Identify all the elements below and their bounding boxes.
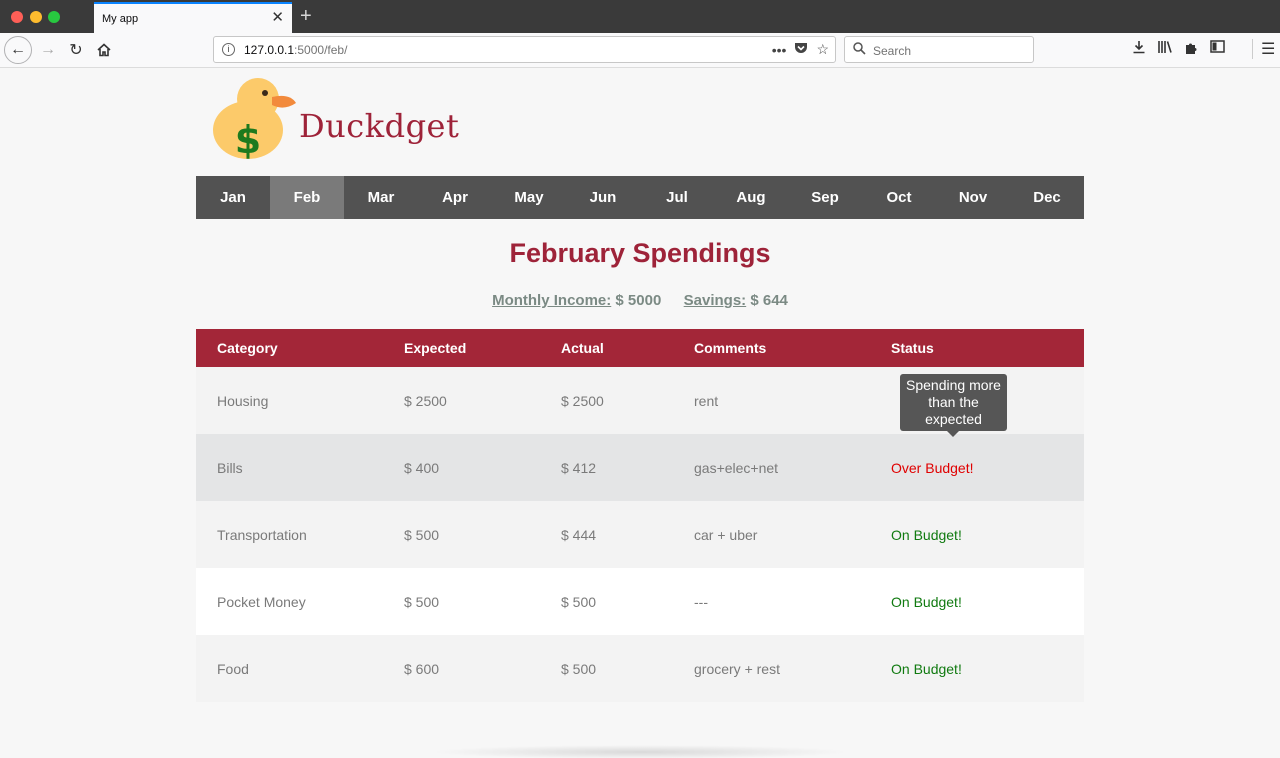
table-row: Transportation $ 500 $ 444 car + uber On Bud…: [196, 501, 1084, 568]
svg-text:$: $: [235, 118, 261, 162]
info-icon[interactable]: i: [222, 43, 235, 56]
month-tab-jun[interactable]: Jun: [566, 176, 640, 219]
expected-cell: $ 500: [404, 593, 440, 610]
search-icon: [853, 42, 866, 58]
month-tab-feb[interactable]: Feb: [270, 176, 344, 219]
category-cell: Housing: [217, 392, 269, 409]
actual-cell: $ 500: [561, 660, 597, 677]
extensions-icon[interactable]: [1184, 40, 1199, 59]
url-host: 127.0.0.1: [244, 43, 295, 57]
status-tooltip: Spending more than the expected: [900, 374, 1007, 437]
table-row: Food $ 600 $ 500 grocery + rest On Budget!: [196, 635, 1084, 702]
comment-cell: car + uber: [694, 526, 758, 543]
month-tab-oct[interactable]: Oct: [862, 176, 936, 219]
month-tab-mar[interactable]: Mar: [344, 176, 418, 219]
download-icon[interactable]: [1132, 40, 1146, 59]
actual-cell: $ 444: [561, 526, 597, 543]
zoom-window-button[interactable]: [48, 11, 60, 23]
search-input[interactable]: Search: [873, 44, 911, 58]
hamburger-menu-icon[interactable]: ☰: [1252, 39, 1275, 59]
library-icon[interactable]: [1157, 40, 1173, 59]
income-summary: Monthly Income: $ 5000 Savings: $ 644: [196, 292, 1084, 309]
comment-cell: rent: [694, 392, 719, 409]
page-title: February Spendings: [509, 238, 771, 268]
close-icon[interactable]: ✕: [271, 10, 284, 26]
header-comments: Comments: [694, 340, 767, 356]
url-text: 127.0.0.1:5000/feb/: [244, 43, 347, 57]
header-actual: Actual: [561, 340, 604, 356]
month-tab-may[interactable]: May: [492, 176, 566, 219]
month-tab-jul[interactable]: Jul: [640, 176, 714, 219]
new-tab-icon[interactable]: +: [300, 4, 312, 28]
back-arrow-icon[interactable]: ←: [4, 36, 32, 64]
tab-title: My app: [102, 13, 139, 25]
monthly-income-link[interactable]: Monthly Income:: [492, 292, 611, 309]
status-cell: Over Budget!: [891, 459, 974, 476]
search-bar[interactable]: Search: [844, 36, 1034, 63]
savings-value: $ 644: [750, 292, 788, 309]
header-expected: Expected: [404, 340, 467, 356]
category-cell: Transportation: [217, 526, 307, 543]
status-cell: On Budget!: [891, 593, 962, 610]
tooltip-line: Spending more: [906, 377, 1001, 393]
address-bar[interactable]: i 127.0.0.1:5000/feb/ ••• ☆: [213, 36, 836, 63]
status-cell: On Budget!: [891, 526, 962, 543]
table-row: Pocket Money $ 500 $ 500 --- On Budget!: [196, 568, 1084, 635]
table-header: Category Expected Actual Comments Status: [196, 329, 1084, 367]
browser-toolbar: ← → ↻ i 127.0.0.1:5000/feb/ ••• ☆ Search: [0, 33, 1280, 68]
sidebar-icon[interactable]: [1210, 40, 1225, 59]
browser-tab-bar: My app ✕ +: [0, 0, 1280, 33]
month-tab-jan[interactable]: Jan: [196, 176, 270, 219]
bookmark-star-icon[interactable]: ☆: [816, 41, 829, 58]
expected-cell: $ 600: [404, 660, 440, 677]
expected-cell: $ 400: [404, 459, 440, 476]
comment-cell: gas+elec+net: [694, 459, 779, 476]
close-window-button[interactable]: [11, 11, 23, 23]
forward-arrow-icon[interactable]: →: [36, 37, 60, 63]
url-path: :5000/feb/: [294, 43, 348, 57]
month-tab-dec[interactable]: Dec: [1010, 176, 1084, 219]
pocket-icon[interactable]: [794, 42, 808, 58]
category-cell: Pocket Money: [217, 593, 306, 610]
footer-shadow: [430, 745, 850, 758]
actual-cell: $ 2500: [561, 392, 604, 409]
month-nav: Jan Feb Mar Apr May Jun Jul Aug Sep Oct Nov Dec: [196, 176, 1084, 219]
monthly-income-value: $ 5000: [615, 292, 662, 309]
reload-icon[interactable]: ↻: [64, 37, 88, 63]
app-brand-title[interactable]: Duckdget: [299, 107, 459, 145]
table-row: Bills $ 400 $ 412 gas+elec+net Over Budget!: [196, 434, 1084, 501]
expected-cell: $ 2500: [404, 392, 447, 409]
savings-link[interactable]: Savings:: [684, 292, 747, 309]
status-cell: On Budget!: [891, 660, 962, 677]
home-icon[interactable]: [92, 37, 116, 63]
more-actions-icon[interactable]: •••: [772, 42, 787, 58]
minimize-window-button[interactable]: [30, 11, 42, 23]
month-tab-nov[interactable]: Nov: [936, 176, 1010, 219]
month-tab-aug[interactable]: Aug: [714, 176, 788, 219]
comment-cell: ---: [694, 593, 708, 610]
actual-cell: $ 412: [561, 459, 597, 476]
month-tab-sep[interactable]: Sep: [788, 176, 862, 219]
expected-cell: $ 500: [404, 526, 440, 543]
category-cell: Food: [217, 660, 249, 677]
category-cell: Bills: [217, 459, 243, 476]
browser-tab[interactable]: My app ✕: [94, 2, 292, 33]
tooltip-line: expected: [925, 411, 982, 427]
month-tab-apr[interactable]: Apr: [418, 176, 492, 219]
duck-logo[interactable]: $: [210, 75, 300, 163]
tooltip-line: than the: [928, 394, 979, 410]
header-category: Category: [217, 340, 278, 356]
actual-cell: $ 500: [561, 593, 597, 610]
header-status: Status: [891, 340, 934, 356]
comment-cell: grocery + rest: [694, 660, 780, 677]
